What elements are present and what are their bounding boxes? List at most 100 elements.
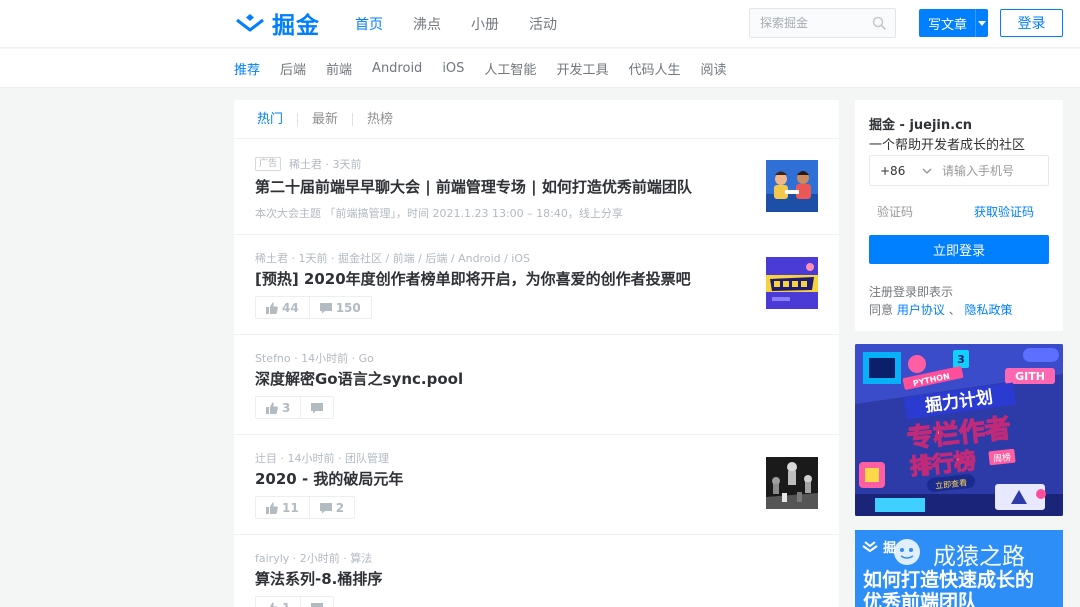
feed-entry[interactable]: 广告 稀土君 · 3天前 第二十届前端早早聊大会 | 前端管理专场 | 如何打造…: [234, 139, 839, 235]
comment-button[interactable]: [300, 597, 333, 607]
like-button[interactable]: 3: [256, 397, 300, 418]
category-reading[interactable]: 阅读: [700, 59, 726, 78]
verification-code-input[interactable]: [870, 204, 960, 219]
entry-thumbnail[interactable]: [766, 160, 818, 212]
write-article-button[interactable]: 写文章: [919, 9, 988, 37]
login-submit-button[interactable]: 立即登录: [869, 235, 1049, 264]
entry-actions: 11 2: [255, 496, 356, 519]
banner-illustration: 3 PYTHON GITH 掘力计划 专栏作者 排行榜 周榜 立即查看: [855, 344, 1063, 516]
user-agreement-link[interactable]: 用户协议: [897, 303, 945, 317]
top-header: 掘金 首页 沸点 小册 活动 写文章 登录: [0, 0, 1080, 48]
entry-actions: 3: [255, 396, 335, 419]
login-button[interactable]: 登录: [1000, 9, 1063, 37]
entry-title[interactable]: 第二十届前端早早聊大会 | 前端管理专场 | 如何打造优秀前端团队: [255, 176, 692, 197]
site-name: 掘金 - juejin.cn: [869, 118, 973, 133]
phone-input[interactable]: [942, 163, 1042, 178]
comment-button[interactable]: [300, 397, 333, 418]
like-button[interactable]: 1: [256, 597, 300, 607]
entry-actions: 1: [255, 596, 335, 607]
category-backend[interactable]: 后端: [280, 59, 306, 78]
search-input[interactable]: [750, 9, 868, 37]
nav-home[interactable]: 首页: [355, 14, 383, 34]
like-count: 1: [282, 601, 290, 607]
entry-description: 本次大会主题 「前端搞管理」，时间 2021.1.23 13:00 – 18:4…: [255, 207, 623, 220]
frontend-team-banner[interactable]: 掘 成猿之路 如何打造快速成长的 优秀前端团队: [855, 530, 1063, 607]
category-code-life[interactable]: 代码人生: [628, 59, 680, 78]
country-code[interactable]: +86: [870, 164, 920, 178]
privacy-policy-link[interactable]: 隐私政策: [965, 303, 1013, 317]
entry-title[interactable]: 算法系列-8.桶排序: [255, 568, 382, 589]
feed-entry[interactable]: Stefno · 14小时前 · Go 深度解密Go语言之sync.pool 3: [234, 335, 839, 435]
entry-title[interactable]: [预热] 2020年度创作者榜单即将开启，为你喜爱的创作者投票吧: [255, 268, 691, 289]
comment-count: 150: [335, 300, 361, 315]
search-icon[interactable]: [872, 16, 886, 30]
thumbs-up-icon: [266, 602, 278, 607]
juejin-logo[interactable]: 掘金: [234, 8, 320, 39]
comment-button[interactable]: 2: [308, 497, 354, 518]
comment-icon: [311, 402, 324, 413]
entry-meta-text: 稀土君 · 3天前: [289, 158, 362, 171]
site-slogan: 一个帮助开发者成长的社区: [869, 138, 1026, 153]
category-nav: 推荐 后端 前端 Android iOS 人工智能 开发工具 代码人生 阅读: [0, 49, 1080, 88]
nav-pins[interactable]: 沸点: [413, 14, 441, 34]
entry-title[interactable]: 深度解密Go语言之sync.pool: [255, 368, 463, 389]
nav-books[interactable]: 小册: [471, 14, 499, 34]
agree-separator: 、: [948, 303, 961, 317]
column-ranking-banner[interactable]: 3 PYTHON GITH 掘力计划 专栏作者 排行榜 周榜 立即查看: [855, 344, 1063, 516]
entry-meta: 稀土君 · 1天前 · 掘金社区 / 前端 / 后端 / Android / i…: [255, 252, 530, 265]
like-count: 11: [282, 500, 299, 515]
creator-ranking-icon: [766, 257, 818, 309]
agreement-links: 同意 用户协议 、 隐私政策: [869, 301, 1013, 318]
category-recommended[interactable]: 推荐: [234, 59, 260, 78]
entry-meta: 广告 稀土君 · 3天前: [255, 156, 362, 172]
write-article-label: 写文章: [928, 17, 968, 33]
banner-badge-github: GITH: [1015, 370, 1045, 383]
comment-icon: [311, 602, 324, 607]
search-box[interactable]: [749, 8, 896, 38]
like-count: 3: [282, 400, 291, 415]
get-code-button[interactable]: 获取验证码: [974, 203, 1034, 220]
chess-photo-icon: [766, 457, 818, 509]
phone-field[interactable]: +86: [869, 155, 1049, 186]
entry-meta: 辻目 · 14小时前 · 团队管理: [255, 452, 389, 465]
thumbs-up-icon: [266, 302, 278, 314]
thumbs-up-icon: [266, 402, 278, 414]
comment-count: 2: [335, 500, 345, 515]
category-ios[interactable]: iOS: [442, 61, 464, 76]
banner2-logo-text: 掘: [883, 540, 896, 556]
tab-latest[interactable]: 最新: [297, 112, 352, 126]
juejin-logo-icon: [236, 14, 264, 32]
like-button[interactable]: 44: [256, 297, 309, 318]
ad-tag: 广告: [255, 157, 282, 171]
banner2-illustration: 掘 成猿之路 如何打造快速成长的 优秀前端团队: [855, 530, 1063, 607]
entry-thumbnail[interactable]: [766, 457, 818, 509]
comment-icon: [319, 502, 332, 513]
illustration-icon: [766, 160, 818, 212]
like-button[interactable]: 11: [256, 497, 309, 518]
entry-title[interactable]: 2020 - 我的破局元年: [255, 468, 403, 489]
tab-hot[interactable]: 热门: [257, 113, 297, 126]
write-dropdown-toggle[interactable]: [976, 20, 988, 26]
entry-thumbnail[interactable]: [766, 257, 818, 309]
tab-ranking[interactable]: 热榜: [352, 112, 407, 126]
comment-button[interactable]: 150: [308, 297, 371, 318]
like-count: 44: [282, 300, 299, 315]
logo-text: 掘金: [272, 13, 320, 39]
article-feed: 热门 最新 热榜 广告 稀土君 · 3天前 第二十届前端早早聊大会 | 前端管理…: [234, 100, 839, 607]
nav-events[interactable]: 活动: [529, 14, 557, 34]
banner2-line-1: 如何打造快速成长的: [863, 568, 1034, 591]
feed-entry[interactable]: 辻目 · 14小时前 · 团队管理 2020 - 我的破局元年 11 2: [234, 435, 839, 535]
feed-entry[interactable]: fairyly · 2小时前 · 算法 算法系列-8.桶排序 1: [234, 535, 839, 607]
chevron-down-icon[interactable]: [920, 164, 934, 178]
category-android[interactable]: Android: [372, 61, 422, 76]
comment-icon: [319, 302, 332, 313]
main-nav: 首页 沸点 小册 活动: [355, 0, 587, 48]
feed-entry[interactable]: 稀土君 · 1天前 · 掘金社区 / 前端 / 后端 / Android / i…: [234, 235, 839, 335]
category-frontend[interactable]: 前端: [326, 59, 352, 78]
agreement-text: 注册登录即表示: [869, 285, 954, 299]
banner-badge-3: 3: [957, 353, 965, 366]
verification-code-field[interactable]: 获取验证码: [869, 196, 1049, 227]
category-dev-tools[interactable]: 开发工具: [556, 59, 608, 78]
category-ai[interactable]: 人工智能: [484, 59, 536, 78]
entry-meta: fairyly · 2小时前 · 算法: [255, 552, 373, 565]
